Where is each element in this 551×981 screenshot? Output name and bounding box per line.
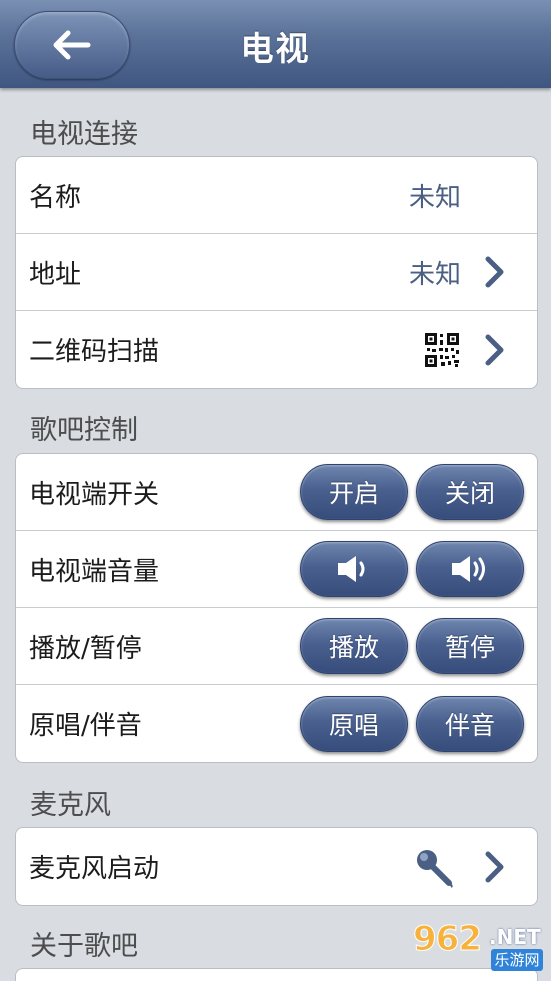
row-tv-power-label: 电视端开关	[29, 479, 160, 510]
section-label-tv-connection: 电视连接	[30, 119, 138, 150]
row-name-value: 未知	[408, 182, 461, 213]
power-on-button[interactable]: 开启	[300, 464, 408, 520]
watermark-brand: 962	[413, 919, 483, 960]
site-watermark: 962 .NET 乐游网	[413, 919, 545, 975]
chevron-right-icon	[485, 256, 504, 288]
row-play-pause: 播放/暂停 播放 暂停	[16, 608, 537, 685]
row-tv-volume: 电视端音量	[16, 531, 537, 608]
watermark-net: .NET	[489, 925, 541, 949]
watermark-sub: 乐游网	[491, 949, 543, 971]
row-tv-volume-label: 电视端音量	[29, 556, 160, 587]
row-name: 名称 未知	[16, 157, 537, 234]
row-tv-power: 电视端开关 开启 关闭	[16, 454, 537, 531]
row-mic-start[interactable]: 麦克风启动	[16, 828, 537, 905]
row-address-label: 地址	[29, 259, 82, 290]
qr-code-icon	[425, 332, 459, 367]
volume-down-button[interactable]	[300, 541, 408, 597]
volume-down-icon	[338, 556, 365, 582]
row-qr-scan-label: 二维码扫描	[29, 337, 160, 367]
volume-up-icon	[452, 556, 485, 582]
accompaniment-button[interactable]: 伴音	[416, 695, 524, 752]
play-button[interactable]: 播放	[300, 618, 408, 674]
chevron-right-icon	[485, 334, 504, 365]
volume-up-button[interactable]	[416, 541, 524, 597]
section-label-karaoke-control: 歌吧控制	[30, 415, 138, 446]
section-label-about: 关于歌吧	[30, 931, 138, 962]
microphone-group: 麦克风启动	[15, 827, 538, 906]
row-name-label: 名称	[29, 182, 82, 213]
original-vocal-button[interactable]: 原唱	[300, 695, 408, 752]
row-qr-scan[interactable]: 二维码扫描	[16, 311, 537, 388]
pause-button[interactable]: 暂停	[416, 618, 524, 674]
row-vocal-accompaniment-label: 原唱/伴音	[29, 711, 142, 741]
chevron-right-icon	[485, 851, 504, 882]
page-title: 电视	[240, 29, 311, 68]
row-mic-start-label: 麦克风启动	[29, 854, 160, 884]
row-address-value: 未知	[408, 259, 461, 290]
nav-bar: 电视	[0, 0, 551, 88]
microphone-icon	[417, 849, 453, 888]
app-screen: 电视 电视连接 名称 未知 地址 未知 二维码扫描 歌吧控制 电视端开关 开启 …	[0, 0, 551, 981]
row-play-pause-label: 播放/暂停	[29, 633, 142, 664]
karaoke-control-group: 电视端开关 开启 关闭 电视端音量 播放/暂停 播放 暂停 原唱/伴音 原唱 伴…	[15, 453, 538, 763]
section-label-microphone: 麦克风	[30, 790, 111, 821]
power-off-button[interactable]: 关闭	[416, 464, 524, 520]
tv-connection-group: 名称 未知 地址 未知 二维码扫描	[15, 156, 538, 389]
row-address[interactable]: 地址 未知	[16, 234, 537, 311]
row-vocal-accompaniment: 原唱/伴音 原唱 伴音	[16, 685, 537, 762]
